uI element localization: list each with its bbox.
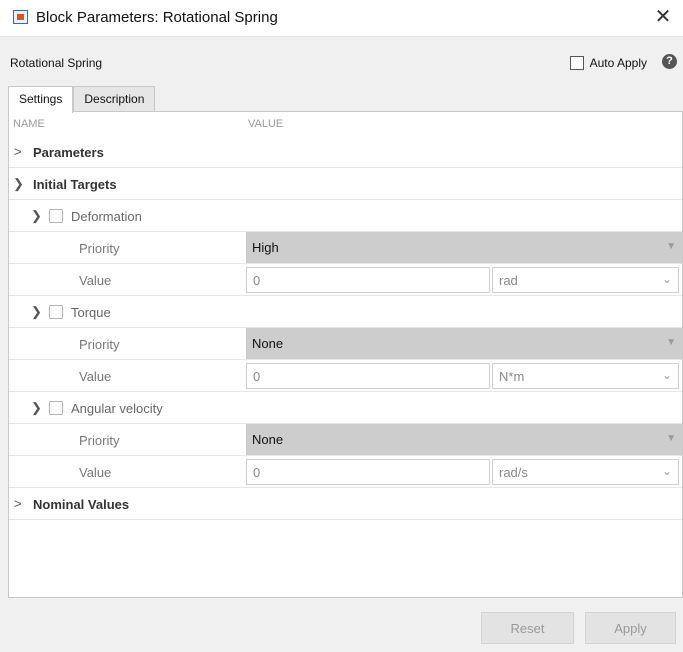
group-label: Deformation: [71, 209, 142, 224]
priority-value: None: [252, 336, 284, 351]
section-parameters[interactable]: > Parameters: [9, 137, 682, 168]
deformation-value-row: Value 0 rad ⌄: [9, 264, 682, 296]
chevron-down-icon: ▼: [666, 433, 676, 444]
value-text: 0: [253, 273, 261, 288]
group-deformation[interactable]: ❯ Deformation: [9, 200, 682, 232]
torque-value-field[interactable]: 0: [246, 363, 490, 389]
deformation-priority-dropdown[interactable]: High ▼: [246, 232, 682, 263]
priority-label: Priority: [79, 241, 120, 256]
window-title: Block Parameters: Rotational Spring: [36, 9, 278, 26]
priority-label: Priority: [79, 337, 120, 352]
section-initial-targets[interactable]: ❯ Initial Targets: [9, 168, 682, 200]
angular-velocity-value-field[interactable]: 0: [246, 459, 490, 485]
chevron-down-icon: ⌄: [661, 272, 672, 286]
title-bar: Block Parameters: Rotational Spring ✕: [0, 0, 683, 37]
settings-panel: NAME VALUE > Parameters ❯ Initial Target…: [8, 111, 683, 598]
block-name: Rotational Spring: [10, 56, 103, 70]
value-label: Value: [79, 273, 112, 288]
value-label: Value: [79, 369, 112, 384]
name-column-header: NAME: [13, 118, 45, 130]
block-header: Rotational Spring Auto Apply ?: [8, 50, 683, 76]
auto-apply-checkbox[interactable]: [569, 56, 584, 70]
angular-velocity-unit-dropdown[interactable]: rad/s ⌄: [492, 459, 679, 485]
group-angular-velocity[interactable]: ❯ Angular velocity: [9, 392, 682, 424]
group-label: Torque: [71, 305, 111, 320]
section-label: Nominal Values: [33, 497, 130, 512]
value-text: 0: [253, 465, 261, 480]
angular-velocity-value-row: Value 0 rad/s ⌄: [9, 456, 682, 488]
chevron-down-icon[interactable]: ❯: [31, 208, 42, 224]
deformation-unit-dropdown[interactable]: rad ⌄: [492, 267, 679, 293]
torque-value-row: Value 0 N*m ⌄: [9, 360, 682, 392]
torque-priority-row: Priority None ▼: [9, 328, 682, 360]
apply-button[interactable]: Apply: [585, 612, 676, 644]
tab-settings[interactable]: Settings: [8, 86, 74, 113]
torque-priority-dropdown[interactable]: None ▼: [246, 328, 682, 359]
chevron-down-icon[interactable]: ❯: [13, 176, 24, 192]
priority-label: Priority: [79, 433, 120, 448]
section-nominal-values[interactable]: > Nominal Values: [9, 488, 682, 520]
tab-bar: Settings Description: [8, 86, 156, 113]
value-column-header: VALUE: [248, 118, 284, 130]
unit-text: rad: [499, 273, 518, 288]
chevron-down-icon: ▼: [666, 337, 676, 348]
reset-button[interactable]: Reset: [481, 612, 574, 644]
group-label: Angular velocity: [71, 401, 163, 416]
chevron-down-icon: ⌄: [661, 464, 672, 478]
group-torque[interactable]: ❯ Torque: [9, 296, 682, 328]
priority-value: High: [252, 240, 279, 255]
unit-text: rad/s: [499, 465, 528, 480]
simulink-block-icon: [13, 10, 28, 24]
help-icon[interactable]: ?: [662, 54, 677, 69]
value-text: 0: [253, 369, 261, 384]
chevron-down-icon[interactable]: ❯: [31, 400, 42, 416]
chevron-down-icon[interactable]: ❯: [31, 304, 42, 320]
angular-velocity-priority-dropdown[interactable]: None ▼: [246, 424, 682, 455]
deformation-value-field[interactable]: 0: [246, 267, 490, 293]
torque-checkbox[interactable]: [49, 305, 63, 319]
deformation-checkbox[interactable]: [49, 209, 63, 223]
section-label: Initial Targets: [33, 177, 117, 192]
angular-velocity-checkbox[interactable]: [49, 401, 63, 415]
chevron-down-icon: ▼: [666, 241, 676, 252]
angular-velocity-priority-row: Priority None ▼: [9, 424, 682, 456]
unit-text: N*m: [499, 369, 525, 384]
section-label: Parameters: [33, 145, 104, 160]
priority-value: None: [252, 432, 284, 447]
value-label: Value: [79, 465, 112, 480]
chevron-down-icon: ⌄: [661, 368, 672, 382]
tab-description[interactable]: Description: [73, 86, 156, 111]
deformation-priority-row: Priority High ▼: [9, 232, 682, 264]
chevron-right-icon[interactable]: >: [14, 496, 22, 511]
chevron-right-icon[interactable]: >: [14, 144, 22, 159]
auto-apply-label: Auto Apply: [589, 56, 647, 70]
torque-unit-dropdown[interactable]: N*m ⌄: [492, 363, 679, 389]
close-icon[interactable]: ✕: [651, 5, 675, 29]
auto-apply-toggle[interactable]: Auto Apply: [569, 53, 647, 73]
